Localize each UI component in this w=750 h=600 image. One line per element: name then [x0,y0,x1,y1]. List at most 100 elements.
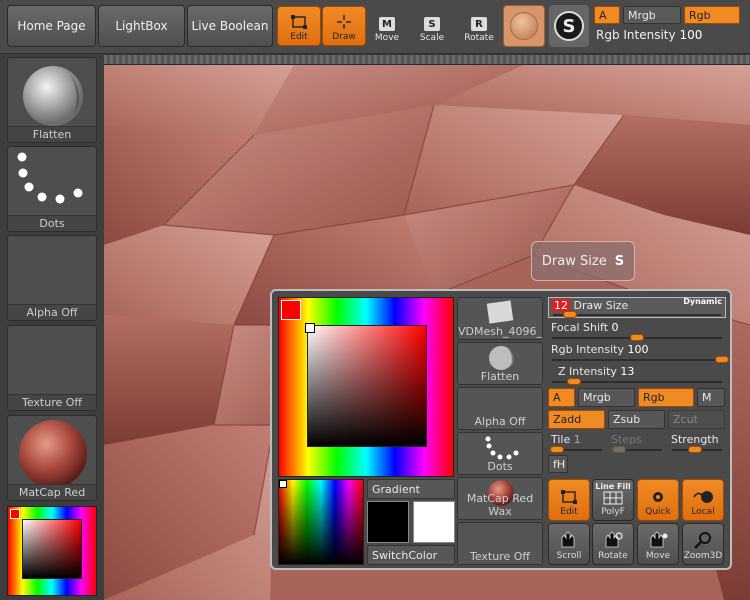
tool-label: MatCap Red Wax [466,492,534,518]
rgb-intensity-value: 100 [679,28,703,42]
focal-shift-knob[interactable] [630,334,644,341]
z-intensity-knob[interactable] [567,378,582,385]
draw-size-slider[interactable]: 12 Draw Size Dynamic [548,297,726,318]
color-picker[interactable] [278,297,454,477]
shelf-texture[interactable]: Texture Off [7,325,97,411]
stroke-selector[interactable]: Dots [457,432,543,475]
shelf-color-picker[interactable] [7,506,97,596]
shelf-alpha[interactable]: Alpha Off [7,235,97,321]
zsub-toggle[interactable]: Zsub [608,410,665,429]
zcut-toggle[interactable]: Zcut [668,410,725,429]
rotate-mode-button[interactable]: R Rotate [457,6,501,46]
tile-value: 1 [573,433,581,446]
color-saturation-square[interactable] [305,323,427,447]
yin-yang-icon: S [554,11,584,41]
draw-size-knob[interactable] [562,311,577,318]
draw-mode-button[interactable]: Draw [322,6,366,46]
dots-stroke-icon [17,152,83,204]
rgb-intensity-slider[interactable]: Rgb Intensity 100 [596,28,702,42]
rgb-intensity-popup-slider[interactable]: Rgb Intensity 100 [548,342,729,363]
lightbox-button[interactable]: LightBox [98,5,185,47]
secondary-color-white[interactable] [413,501,455,543]
zoom3d-button[interactable]: Zoom3D [682,523,724,565]
tool-label: Flatten [480,370,520,383]
scale-icon: S [424,17,440,31]
rgb-intensity-knob[interactable] [715,356,729,363]
live-boolean-button[interactable]: Live Boolean [187,5,273,47]
quick-label: Quick [645,507,671,517]
strength-slider[interactable]: Strength [668,432,726,453]
brush-flatten[interactable]: Flatten [457,342,543,385]
brush-selector[interactable]: VDMesh_4096_2 [457,297,543,340]
fh-toggle[interactable]: fH [548,455,568,473]
dots-icon [485,436,519,460]
tool-label: Dots [487,460,513,473]
matcap-red-wax-icon [19,420,87,488]
material-selector[interactable]: MatCap Red Wax [457,477,543,520]
scale-mode-button[interactable]: S Scale [410,6,454,46]
main-color-swatch[interactable] [281,300,301,320]
focal-shift-slider[interactable]: Focal Shift 0 [548,320,726,341]
edit-icon [291,15,307,29]
popup-rgb-toggle[interactable]: Rgb [638,388,694,407]
scroll-hand-icon [561,531,575,548]
polyframe-grid-icon [603,491,623,505]
shelf-material[interactable]: MatCap Red Wax [7,415,97,501]
polyf-button[interactable]: Line Fill PolyF [592,479,634,521]
zadd-toggle[interactable]: Zadd [548,410,605,429]
rotate-button[interactable]: Rotate [592,523,634,565]
shelf-main-color-swatch[interactable] [10,509,20,519]
steps-knob[interactable] [612,446,626,453]
rgb-intensity-popup-label: Rgb Intensity [551,343,624,356]
popup-edit-label: Edit [560,507,578,517]
alpha-selector[interactable]: Alpha Off [457,387,543,430]
alpha-toggle[interactable]: A [594,6,620,24]
z-intensity-slider[interactable]: Z Intensity 13 [548,364,726,385]
shelf-brush-flatten[interactable]: Flatten [7,57,97,143]
switch-color-button[interactable]: SwitchColor [367,545,455,565]
texture-selector[interactable]: Texture Off [457,522,543,565]
move-button[interactable]: Move [637,523,679,565]
shelf-color-square[interactable] [22,519,82,579]
tool-label: VDMesh_4096_2 [458,325,543,338]
draw-size-label: Draw Size [573,299,629,312]
top-toolbar: Home Page LightBox Live Boolean Edit Dra… [0,0,750,54]
tile-knob[interactable] [550,446,564,453]
secondary-color-black[interactable] [367,501,409,543]
popup-m-toggle[interactable]: M [697,388,725,407]
shelf-stroke-dots[interactable]: Dots [7,146,97,232]
brush-popup-palette: Gradient SwitchColor VDMesh_4096_2 Flatt… [270,289,732,570]
popup-mrgb-toggle[interactable]: Mrgb [578,388,635,407]
rgb-toggle[interactable]: Rgb [684,6,740,24]
local-button[interactable]: Local [682,479,724,521]
steps-label: Steps [611,433,642,446]
strength-knob[interactable] [688,446,702,453]
tile-slider[interactable]: Tile 1 [548,432,606,453]
material-sphere-icon [510,12,538,40]
color-gradient-strip[interactable] [278,479,364,565]
quick-button[interactable]: Quick [637,479,679,521]
move-mode-button[interactable]: M Move [365,6,409,46]
material-button[interactable] [503,5,545,47]
line-fill-label: Line Fill [595,482,631,491]
render-mode-button[interactable]: S [549,5,589,47]
steps-slider[interactable]: Steps [608,432,666,453]
strength-label: Strength [671,433,719,446]
dynamic-toggle[interactable]: Dynamic [683,297,722,306]
popup-alpha-toggle[interactable]: A [548,388,575,407]
color-picker-cursor[interactable] [305,323,315,333]
popup-edit-button[interactable]: Edit [548,479,590,521]
gradient-cursor[interactable] [279,480,287,488]
move-mode-label: Move [374,33,400,43]
scroll-button[interactable]: Scroll [548,523,590,565]
mrgb-toggle[interactable]: Mrgb [623,6,681,24]
focal-shift-label: Focal Shift [551,321,609,334]
tool-label: Texture Off [469,550,530,563]
quick-icon [653,492,663,502]
edit-mode-button[interactable]: Edit [277,6,321,46]
canvas-ruler [104,55,750,65]
focal-shift-value: 0 [611,321,619,334]
rotate-icon: R [471,17,487,31]
gradient-toggle[interactable]: Gradient [367,479,455,499]
home-page-button[interactable]: Home Page [7,5,96,47]
